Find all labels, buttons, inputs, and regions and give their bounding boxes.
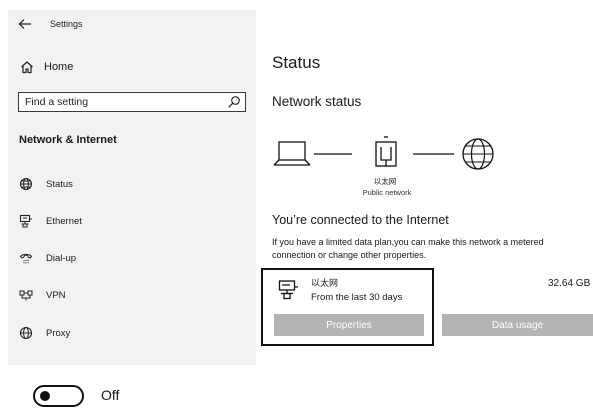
globe-icon [19, 326, 33, 340]
properties-button[interactable]: Properties [274, 314, 424, 336]
vpn-icon [19, 290, 33, 301]
sidebar: Settings Home Find a setting Network & I… [8, 10, 256, 365]
home-nav[interactable]: Home [20, 58, 73, 76]
sidebar-item-ethernet[interactable]: Ethernet [19, 213, 82, 229]
sidebar-item-label: Proxy [46, 327, 71, 339]
ethernet-port-icon [375, 136, 397, 167]
sidebar-item-label: Status [46, 178, 73, 190]
search-icon[interactable] [227, 95, 241, 109]
network-status-heading: Network status [272, 94, 362, 109]
ethernet-icon [278, 280, 298, 300]
search-placeholder: Find a setting [25, 96, 89, 108]
sidebar-item-dial-up[interactable]: Dial-up [19, 250, 76, 266]
phone-icon [19, 253, 33, 264]
title-bar: Settings [18, 18, 83, 30]
data-usage-amount: 32.64 GB [548, 278, 591, 289]
laptop-icon [273, 141, 311, 166]
network-name: 以太网 [373, 177, 397, 186]
sidebar-item-status[interactable]: Status [19, 176, 73, 192]
search-input[interactable]: Find a setting [18, 92, 246, 112]
section-title: Network & Internet [19, 134, 117, 146]
toggle-knob [40, 391, 50, 401]
home-label: Home [44, 61, 74, 73]
connection-status-text: You’re connected to the Internet [272, 213, 449, 227]
window-title: Settings [50, 19, 83, 29]
home-icon [21, 61, 33, 74]
sidebar-item-label: Dial-up [46, 252, 77, 264]
back-arrow-icon[interactable] [18, 18, 32, 30]
usage-period: From the last 30 days [311, 292, 403, 303]
sidebar-item-label: VPN [46, 289, 66, 301]
toggle-switch[interactable] [33, 385, 84, 407]
sidebar-item-label: Ethernet [46, 215, 82, 227]
network-type: Public network [362, 188, 412, 197]
page-title: Status [272, 53, 321, 72]
ethernet-icon [19, 214, 32, 228]
globe-icon [19, 177, 33, 191]
sidebar-item-vpn[interactable]: VPN [19, 287, 66, 303]
globe-icon [462, 138, 494, 170]
sidebar-item-proxy[interactable]: Proxy [19, 325, 70, 341]
connection-description: If you have a limited data plan,you can … [272, 237, 544, 260]
adapter-name: 以太网 [311, 278, 339, 288]
data-usage-button[interactable]: Data usage [442, 314, 593, 336]
toggle-state-label: Off [101, 387, 120, 403]
